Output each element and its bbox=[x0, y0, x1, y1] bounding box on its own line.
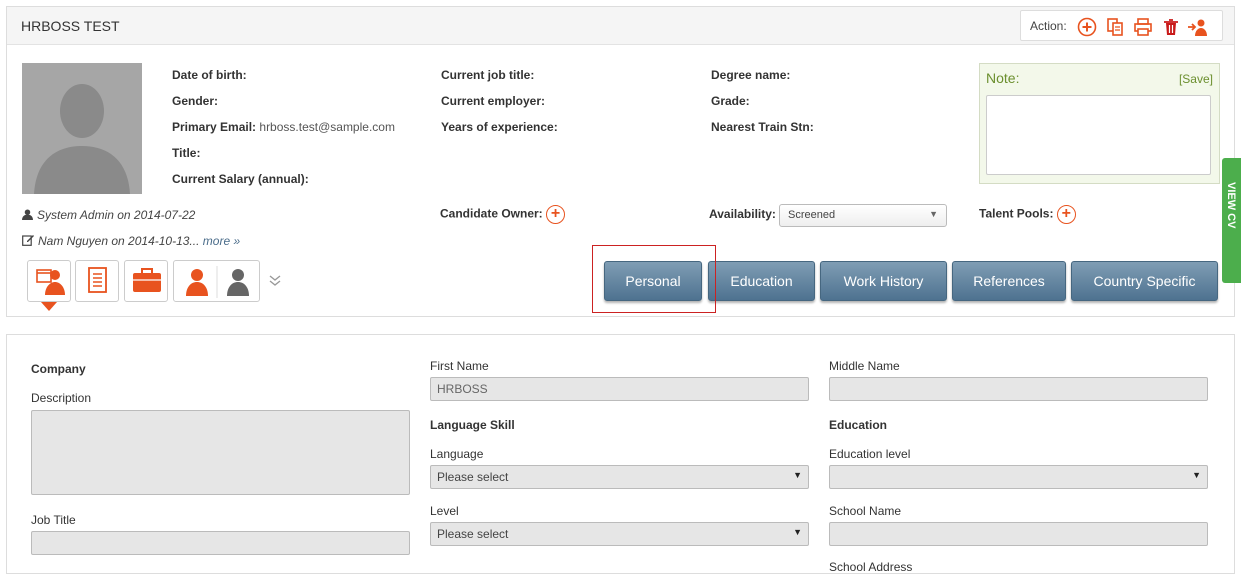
education-level-select[interactable]: ▼ bbox=[829, 465, 1208, 489]
print-icon[interactable] bbox=[1133, 17, 1153, 37]
created-by-line: System Admin on 2014-07-22 bbox=[22, 208, 195, 222]
candidate-photo bbox=[22, 63, 142, 194]
contacts-icon bbox=[186, 266, 249, 298]
availability-select[interactable]: Screened ▼ bbox=[779, 204, 947, 227]
highlight-box bbox=[592, 245, 716, 313]
dropdown-arrow-icon: ▼ bbox=[793, 470, 802, 480]
dropdown-arrow-icon: ▼ bbox=[929, 209, 938, 219]
middle-name-label: Middle Name bbox=[829, 359, 900, 373]
level-select[interactable]: Please select ▼ bbox=[430, 522, 809, 546]
email-row: Primary Email: hrboss.test@sample.com bbox=[172, 120, 395, 134]
gender-row: Gender: bbox=[172, 94, 219, 108]
jobs-button[interactable] bbox=[124, 260, 168, 302]
candidate-header-panel: HRBOSS TEST Action: Date of birth: Gende… bbox=[6, 6, 1235, 317]
avatar-placeholder-icon bbox=[22, 63, 142, 194]
talent-pools: Talent Pools: + bbox=[979, 205, 1076, 224]
assign-user-icon[interactable] bbox=[1187, 17, 1207, 37]
profile-column-education: Degree name: Grade: Nearest Train Stn: bbox=[711, 67, 814, 145]
company-heading: Company bbox=[31, 362, 86, 376]
tab-work-history[interactable]: Work History bbox=[820, 261, 947, 301]
education-heading: Education bbox=[829, 418, 888, 432]
delete-icon[interactable] bbox=[1161, 17, 1181, 37]
education-level-label: Education level bbox=[829, 447, 911, 461]
first-name-field[interactable]: HRBOSS bbox=[430, 377, 809, 401]
train-station-row: Nearest Train Stn: bbox=[711, 120, 814, 134]
tab-education[interactable]: Education bbox=[708, 261, 815, 301]
expand-more-icon[interactable] bbox=[269, 275, 281, 287]
tab-references[interactable]: References bbox=[952, 261, 1066, 301]
level-label: Level bbox=[430, 504, 459, 518]
profile-column-personal: Date of birth: Gender: Primary Email: hr… bbox=[172, 67, 395, 197]
dropdown-arrow-icon: ▼ bbox=[1192, 470, 1201, 480]
school-address-label: School Address bbox=[829, 560, 913, 574]
edit-icon bbox=[22, 235, 34, 246]
add-talent-pool-icon[interactable]: + bbox=[1056, 205, 1076, 224]
profile-card-icon bbox=[36, 269, 65, 295]
note-panel: Note: [Save] bbox=[979, 63, 1220, 184]
action-toolbar: Action: bbox=[1020, 10, 1223, 41]
documents-button[interactable] bbox=[75, 260, 119, 302]
profile-column-job: Current job title: Current employer: Yea… bbox=[441, 67, 558, 145]
title-row: Title: bbox=[172, 146, 201, 160]
middle-name-field[interactable] bbox=[829, 377, 1208, 401]
primary-email[interactable]: hrboss.test@sample.com bbox=[259, 120, 395, 134]
dob-row: Date of birth: bbox=[172, 68, 247, 82]
school-name-field[interactable] bbox=[829, 522, 1208, 546]
employer-row: Current employer: bbox=[441, 94, 546, 108]
note-save-link[interactable]: [Save] bbox=[1179, 72, 1213, 86]
language-label: Language bbox=[430, 447, 484, 461]
candidate-name: HRBOSS TEST bbox=[21, 18, 120, 34]
tab-country-specific[interactable]: Country Specific bbox=[1071, 261, 1218, 301]
job-title-row: Current job title: bbox=[441, 68, 535, 82]
panel-header: HRBOSS TEST Action: bbox=[7, 7, 1234, 45]
dropdown-arrow-icon: ▼ bbox=[793, 527, 802, 537]
action-label: Action: bbox=[1030, 19, 1067, 33]
candidate-owner: Candidate Owner: + bbox=[440, 205, 566, 224]
note-label: Note: bbox=[986, 70, 1020, 86]
add-owner-icon[interactable]: + bbox=[546, 205, 566, 224]
briefcase-icon bbox=[133, 268, 161, 292]
first-name-label: First Name bbox=[430, 359, 489, 373]
language-skill-heading: Language Skill bbox=[430, 418, 515, 432]
personal-form-panel: Company Description Job Title First Name… bbox=[6, 334, 1235, 574]
active-indicator-icon bbox=[41, 302, 57, 311]
salary-row: Current Salary (annual): bbox=[172, 172, 309, 186]
document-icon bbox=[88, 267, 107, 293]
more-link[interactable]: more » bbox=[203, 234, 240, 248]
job-title-field[interactable] bbox=[31, 531, 410, 555]
modified-by-line: Nam Nguyen on 2014-10-13... more » bbox=[22, 234, 240, 248]
experience-row: Years of experience: bbox=[441, 120, 558, 134]
description-field[interactable] bbox=[31, 410, 410, 495]
profile-view-button[interactable] bbox=[27, 260, 71, 311]
add-icon[interactable] bbox=[1077, 17, 1097, 37]
copy-icon[interactable] bbox=[1105, 17, 1125, 37]
degree-row: Degree name: bbox=[711, 68, 791, 82]
availability-label: Availability: bbox=[709, 207, 776, 221]
job-title-label: Job Title bbox=[31, 513, 76, 527]
school-name-label: School Name bbox=[829, 504, 902, 518]
description-label: Description bbox=[31, 391, 92, 405]
language-select[interactable]: Please select ▼ bbox=[430, 465, 809, 489]
contacts-button[interactable] bbox=[173, 260, 260, 302]
grade-row: Grade: bbox=[711, 94, 750, 108]
user-icon bbox=[22, 209, 33, 220]
note-textarea[interactable] bbox=[986, 95, 1211, 175]
view-cv-side-tab[interactable]: VIEW CV bbox=[1222, 158, 1241, 283]
